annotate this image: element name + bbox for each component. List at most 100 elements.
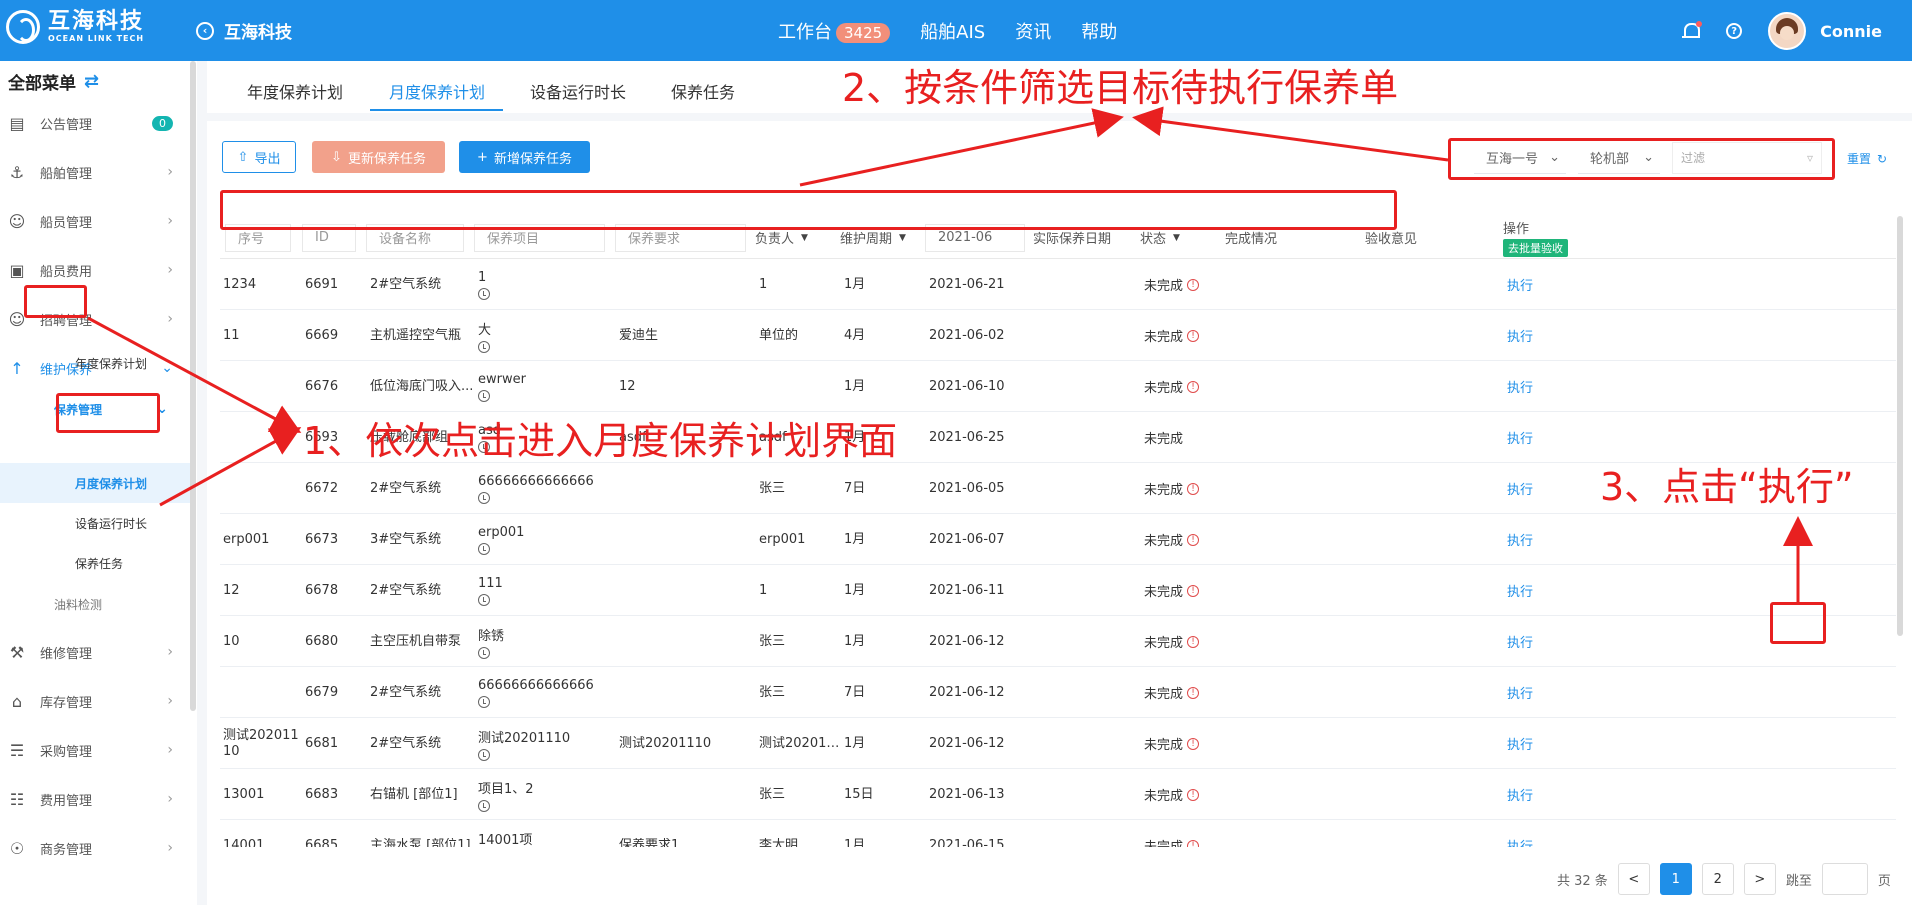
cycle-filter-dropdown[interactable]: 维护周期 ▼ <box>840 216 906 259</box>
cell-op[interactable]: 执行 <box>1507 769 1567 820</box>
execute-link[interactable]: 执行 <box>1507 326 1533 345</box>
avatar[interactable] <box>1768 12 1807 50</box>
tab-annual-plan[interactable]: 年度保养计划 <box>247 79 343 103</box>
clock-icon[interactable] <box>478 799 490 812</box>
clock-icon[interactable] <box>478 593 490 606</box>
add-task-button[interactable]: + 新增保养任务 <box>459 141 590 173</box>
clock-icon[interactable] <box>478 491 490 504</box>
back-arrow-icon[interactable]: ‹ <box>196 21 214 40</box>
page-1-button[interactable]: 1 <box>1659 863 1692 895</box>
update-tasks-button[interactable]: ⇩ 更新保养任务 <box>312 141 445 173</box>
overdue-warning-icon[interactable]: ! <box>1187 380 1200 393</box>
clock-icon[interactable] <box>478 287 490 300</box>
overdue-warning-icon[interactable]: ! <box>1187 584 1200 597</box>
help-icon[interactable]: ? <box>1726 23 1743 39</box>
table-scrollbar[interactable] <box>1897 216 1903 636</box>
id-filter-input[interactable]: ID <box>302 223 356 252</box>
batch-accept-button[interactable]: 去批量验收 <box>1503 239 1568 257</box>
sidebar-item-business[interactable]: ☉ 商务管理 › <box>0 828 185 868</box>
goto-page-input[interactable] <box>1821 863 1868 895</box>
item-filter-input[interactable]: 保养项目 <box>474 223 605 252</box>
cell-op[interactable]: 执行 <box>1507 463 1567 514</box>
overdue-warning-icon[interactable]: ! <box>1187 278 1200 291</box>
cell-op[interactable]: 执行 <box>1507 718 1567 769</box>
sidebar-item-crew[interactable]: ☺ 船员管理 › <box>0 201 185 241</box>
prev-page-button[interactable]: < <box>1617 863 1650 895</box>
department-select[interactable]: 轮机部 ⌄ <box>1578 142 1660 174</box>
nav-ship-ais[interactable]: 船舶AIS <box>920 18 985 44</box>
requirement-filter-input[interactable]: 保养要求 <box>615 223 746 252</box>
month-picker[interactable]: 2021-06 <box>925 223 1025 252</box>
sidebar-subgroup-maintenance-mgmt[interactable]: 保养管理 ⌄ <box>0 389 190 429</box>
execute-link[interactable]: 执行 <box>1507 377 1533 396</box>
execute-link[interactable]: 执行 <box>1507 428 1533 447</box>
cell-op[interactable]: 执行 <box>1507 361 1567 412</box>
execute-link[interactable]: 执行 <box>1507 632 1533 651</box>
execute-link[interactable]: 执行 <box>1507 479 1533 498</box>
sidebar-item-monthly-plan[interactable]: 月度保养计划 <box>0 463 190 503</box>
cell-op[interactable]: 执行 <box>1507 514 1567 565</box>
sidebar-item-tasks[interactable]: 保养任务 <box>0 543 190 583</box>
ship-select[interactable]: 互海一号 ⌄ <box>1474 142 1566 174</box>
reset-button[interactable]: 重置 ↻ <box>1847 150 1887 167</box>
bell-icon[interactable] <box>1682 21 1703 41</box>
sidebar-item-oil-test[interactable]: 油料检测 <box>0 584 190 624</box>
clock-icon[interactable] <box>478 646 490 659</box>
overdue-warning-icon[interactable]: ! <box>1187 533 1200 546</box>
sidebar-item-notice[interactable]: ▤ 公告管理 0 <box>0 103 185 143</box>
device-filter-input[interactable]: 设备名称 <box>366 223 464 252</box>
overdue-warning-icon[interactable]: ! <box>1187 482 1200 495</box>
sidebar-item-runtime[interactable]: 设备运行时长 <box>0 503 190 543</box>
seq-filter-input[interactable]: 序号 <box>225 223 291 252</box>
cell-op[interactable]: 执行 <box>1507 820 1567 847</box>
clock-icon[interactable] <box>478 340 490 353</box>
tab-runtime[interactable]: 设备运行时长 <box>530 79 626 103</box>
sidebar-item-recruit[interactable]: ☺ 招聘管理 › <box>0 299 185 339</box>
back-button[interactable]: ‹ 互海科技 <box>196 18 292 43</box>
execute-link[interactable]: 执行 <box>1507 734 1533 753</box>
sidebar-item-crew-cost[interactable]: ▣ 船员费用 › <box>0 250 185 290</box>
overdue-warning-icon[interactable]: ! <box>1187 788 1200 801</box>
filter-input[interactable]: 过滤 ▿ <box>1672 141 1822 174</box>
execute-link[interactable]: 执行 <box>1507 530 1533 549</box>
nav-help[interactable]: 帮助 <box>1081 18 1117 44</box>
clock-icon[interactable] <box>478 748 490 761</box>
sidebar-item-repair[interactable]: ⚒ 维修管理 › <box>0 632 185 672</box>
cell-op[interactable]: 执行 <box>1507 616 1567 667</box>
nav-news[interactable]: 资讯 <box>1015 18 1051 44</box>
page-2-button[interactable]: 2 <box>1701 863 1734 895</box>
sidebar-scrollbar[interactable] <box>190 61 196 711</box>
cell-op[interactable]: 执行 <box>1507 259 1567 310</box>
status-filter-dropdown[interactable]: 状态 ▼ <box>1140 216 1180 259</box>
cell-op[interactable]: 执行 <box>1507 565 1567 616</box>
sidebar-item-annual-plan[interactable]: 年度保养计划 <box>0 343 190 383</box>
cell-op[interactable]: 执行 <box>1507 310 1567 361</box>
overdue-warning-icon[interactable]: ! <box>1187 737 1200 750</box>
tab-tasks[interactable]: 保养任务 <box>671 79 735 103</box>
overdue-warning-icon[interactable]: ! <box>1187 686 1200 699</box>
clock-icon[interactable] <box>478 695 490 708</box>
owner-filter-dropdown[interactable]: 负责人 ▼ <box>755 216 808 259</box>
overdue-warning-icon[interactable]: ! <box>1187 329 1200 342</box>
swap-icon[interactable]: ⇄ <box>84 71 99 92</box>
execute-link[interactable]: 执行 <box>1507 785 1533 804</box>
nav-workbench[interactable]: 工作台 3425 <box>778 18 891 44</box>
next-page-button[interactable]: > <box>1743 863 1776 895</box>
execute-link[interactable]: 执行 <box>1507 683 1533 702</box>
clock-icon[interactable] <box>478 389 490 402</box>
execute-link[interactable]: 执行 <box>1507 275 1533 294</box>
cell-op[interactable]: 执行 <box>1507 412 1567 463</box>
sidebar-item-ship[interactable]: ⚓ 船舶管理 › <box>0 152 185 192</box>
execute-link[interactable]: 执行 <box>1507 836 1533 847</box>
clock-icon[interactable] <box>478 542 490 555</box>
user-menu[interactable]: Connie <box>1768 12 1882 50</box>
cell-op[interactable]: 执行 <box>1507 667 1567 718</box>
overdue-warning-icon[interactable]: ! <box>1187 839 1200 847</box>
overdue-warning-icon[interactable]: ! <box>1187 635 1200 648</box>
execute-link[interactable]: 执行 <box>1507 581 1533 600</box>
sidebar-item-purchase[interactable]: ☴ 采购管理 › <box>0 730 185 770</box>
sidebar-item-expense[interactable]: ☷ 费用管理 › <box>0 779 185 819</box>
tab-monthly-plan[interactable]: 月度保养计划 <box>389 79 485 103</box>
sidebar-item-inventory[interactable]: ⌂ 库存管理 › <box>0 681 185 721</box>
logo[interactable]: 互海科技 OCEAN LINK TECH <box>6 10 144 44</box>
